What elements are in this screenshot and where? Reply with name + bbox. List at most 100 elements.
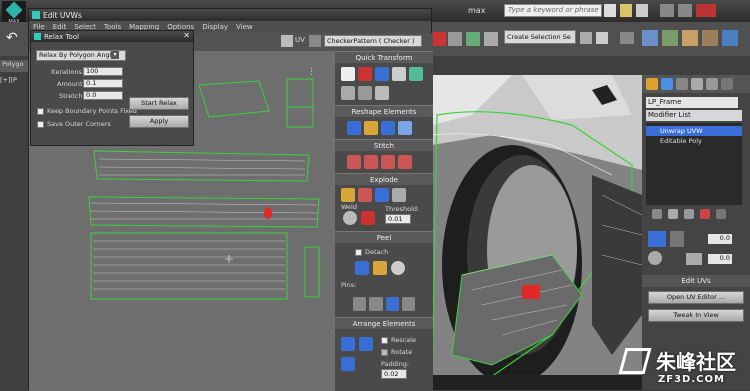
rescale-checkbox[interactable] <box>381 337 388 344</box>
snap-icon[interactable] <box>448 32 462 46</box>
stitch-custom-icon[interactable] <box>347 155 361 169</box>
angle-snap-icon[interactable] <box>466 32 480 46</box>
ribbon-tab[interactable]: Polygo <box>0 60 28 72</box>
modify-tab-icon[interactable] <box>661 78 673 90</box>
open-uv-editor-button[interactable]: Open UV Editor ... <box>648 291 744 304</box>
stitch-header[interactable]: Stitch <box>335 139 433 151</box>
straighten-icon[interactable] <box>347 121 361 135</box>
explode-edges-icon[interactable] <box>375 188 389 202</box>
remove-modifier-icon[interactable] <box>700 209 710 219</box>
spinner-1[interactable]: 0.0 <box>708 234 732 244</box>
pack-normalize-icon[interactable] <box>341 337 355 351</box>
rotate-neg-icon[interactable] <box>375 85 389 100</box>
align-vertical-icon[interactable] <box>375 67 389 81</box>
pack-custom-icon[interactable] <box>359 337 373 351</box>
close-icon[interactable] <box>696 4 716 17</box>
uv-select-icon[interactable] <box>648 231 666 247</box>
display-toggle-icon[interactable] <box>281 35 293 47</box>
viewport-label[interactable]: [+][P <box>0 76 28 88</box>
linear-align-icon[interactable] <box>409 67 423 81</box>
percent-snap-icon[interactable] <box>484 32 498 46</box>
pin-icon[interactable] <box>353 297 367 311</box>
uv-rotate-icon[interactable] <box>648 251 662 265</box>
padding-spinner[interactable]: 0.02 <box>381 369 407 379</box>
chevron-down-icon[interactable]: ▾ <box>111 51 119 59</box>
curve-editor-icon[interactable] <box>642 30 658 46</box>
peel-header[interactable]: Peel <box>335 231 433 243</box>
spinner-2[interactable]: 0.0 <box>708 254 732 264</box>
pin-stack-icon[interactable] <box>652 209 662 219</box>
search-input[interactable]: Type a keyword or phrase <box>504 4 602 17</box>
layer-icon[interactable] <box>620 32 634 44</box>
relax-titlebar[interactable]: Relax Tool ✕ <box>31 31 193 42</box>
selection-set-dropdown[interactable]: Create Selection Se <box>504 30 576 44</box>
stack-item-unwrap[interactable]: Unwrap UVW <box>646 126 742 136</box>
rotate-checkbox[interactable] <box>381 349 388 356</box>
space-vertical-icon[interactable] <box>358 85 372 100</box>
edit-uvs-rollout-header[interactable]: Edit UVs <box>642 275 750 287</box>
uv-grid-icon[interactable] <box>686 253 702 265</box>
apply-button[interactable]: Apply <box>129 115 189 128</box>
quick-peel-icon[interactable] <box>373 261 387 275</box>
edit-uvws-titlebar[interactable]: Edit UVWs <box>29 9 431 21</box>
threshold-spinner[interactable]: 0.01 <box>385 214 411 224</box>
align-icon[interactable] <box>596 32 608 44</box>
material-editor-icon[interactable] <box>682 30 698 46</box>
mirror-icon[interactable] <box>580 32 592 44</box>
star-icon[interactable] <box>620 4 632 17</box>
break-icon[interactable] <box>341 188 355 202</box>
align-loop-icon[interactable] <box>381 121 395 135</box>
minimize-icon[interactable] <box>660 4 674 17</box>
explode-options-icon[interactable] <box>392 188 406 202</box>
render-icon[interactable] <box>722 30 738 46</box>
auto-pin-icon[interactable] <box>385 297 399 311</box>
hierarchy-tab-icon[interactable] <box>676 78 688 90</box>
unpin-icon[interactable] <box>369 297 383 311</box>
stretch-spinner[interactable]: 0.0 <box>83 91 123 100</box>
quick-transform-header[interactable]: Quick Transform <box>335 51 433 63</box>
uv-move-icon[interactable] <box>670 231 684 247</box>
detach-checkbox[interactable] <box>355 249 362 256</box>
stitch-source-icon[interactable] <box>364 155 378 169</box>
help-icon[interactable] <box>636 4 648 17</box>
explode-header[interactable]: Explode <box>335 173 433 185</box>
pattern-icon[interactable] <box>309 35 321 47</box>
checker-pattern-dropdown[interactable]: CheckerPattern ( Checker ) <box>324 35 422 47</box>
peel-mode-icon[interactable] <box>355 261 369 275</box>
magnet-icon[interactable] <box>432 32 446 46</box>
select-pins-icon[interactable] <box>401 297 415 311</box>
display-tab-icon[interactable] <box>706 78 718 90</box>
utilities-tab-icon[interactable] <box>721 78 733 90</box>
schematic-icon[interactable] <box>662 30 678 46</box>
stitch-average-icon[interactable] <box>381 155 395 169</box>
undo-icon[interactable]: ↶ <box>6 30 22 46</box>
relax-icon[interactable] <box>364 121 378 135</box>
configure-sets-icon[interactable] <box>716 209 726 219</box>
space-horizontal-icon[interactable] <box>341 85 355 100</box>
object-name-field[interactable]: LP_Frame <box>646 97 738 108</box>
reshape-header[interactable]: Reshape Elements <box>335 105 433 117</box>
move-pivot-icon[interactable] <box>341 67 355 81</box>
menu-display[interactable]: Display <box>202 21 228 33</box>
make-unique-icon[interactable] <box>684 209 694 219</box>
keep-boundary-checkbox[interactable] <box>37 108 44 115</box>
render-setup-icon[interactable] <box>702 30 718 46</box>
align-horizontal-icon[interactable] <box>358 67 372 81</box>
stitch-target-icon[interactable] <box>398 155 412 169</box>
iterations-spinner[interactable]: 100 <box>83 67 123 76</box>
tweak-in-view-button[interactable]: Tweak In View <box>648 309 744 322</box>
show-end-result-icon[interactable] <box>668 209 678 219</box>
relax-close-icon[interactable]: ✕ <box>183 31 190 40</box>
weld-selected-icon[interactable] <box>361 211 375 225</box>
align-ring-icon[interactable] <box>398 121 412 135</box>
start-relax-button[interactable]: Start Relax <box>129 97 189 110</box>
save-corners-checkbox[interactable] <box>37 121 44 128</box>
menu-view[interactable]: View <box>236 21 253 33</box>
motion-tab-icon[interactable] <box>691 78 703 90</box>
maximize-icon[interactable] <box>678 4 692 17</box>
flatten-icon[interactable] <box>358 188 372 202</box>
binoculars-icon[interactable] <box>604 4 616 17</box>
pack-together-icon[interactable] <box>341 357 355 371</box>
amount-spinner[interactable]: 0.1 <box>83 79 123 88</box>
weld-target-icon[interactable] <box>343 211 357 225</box>
